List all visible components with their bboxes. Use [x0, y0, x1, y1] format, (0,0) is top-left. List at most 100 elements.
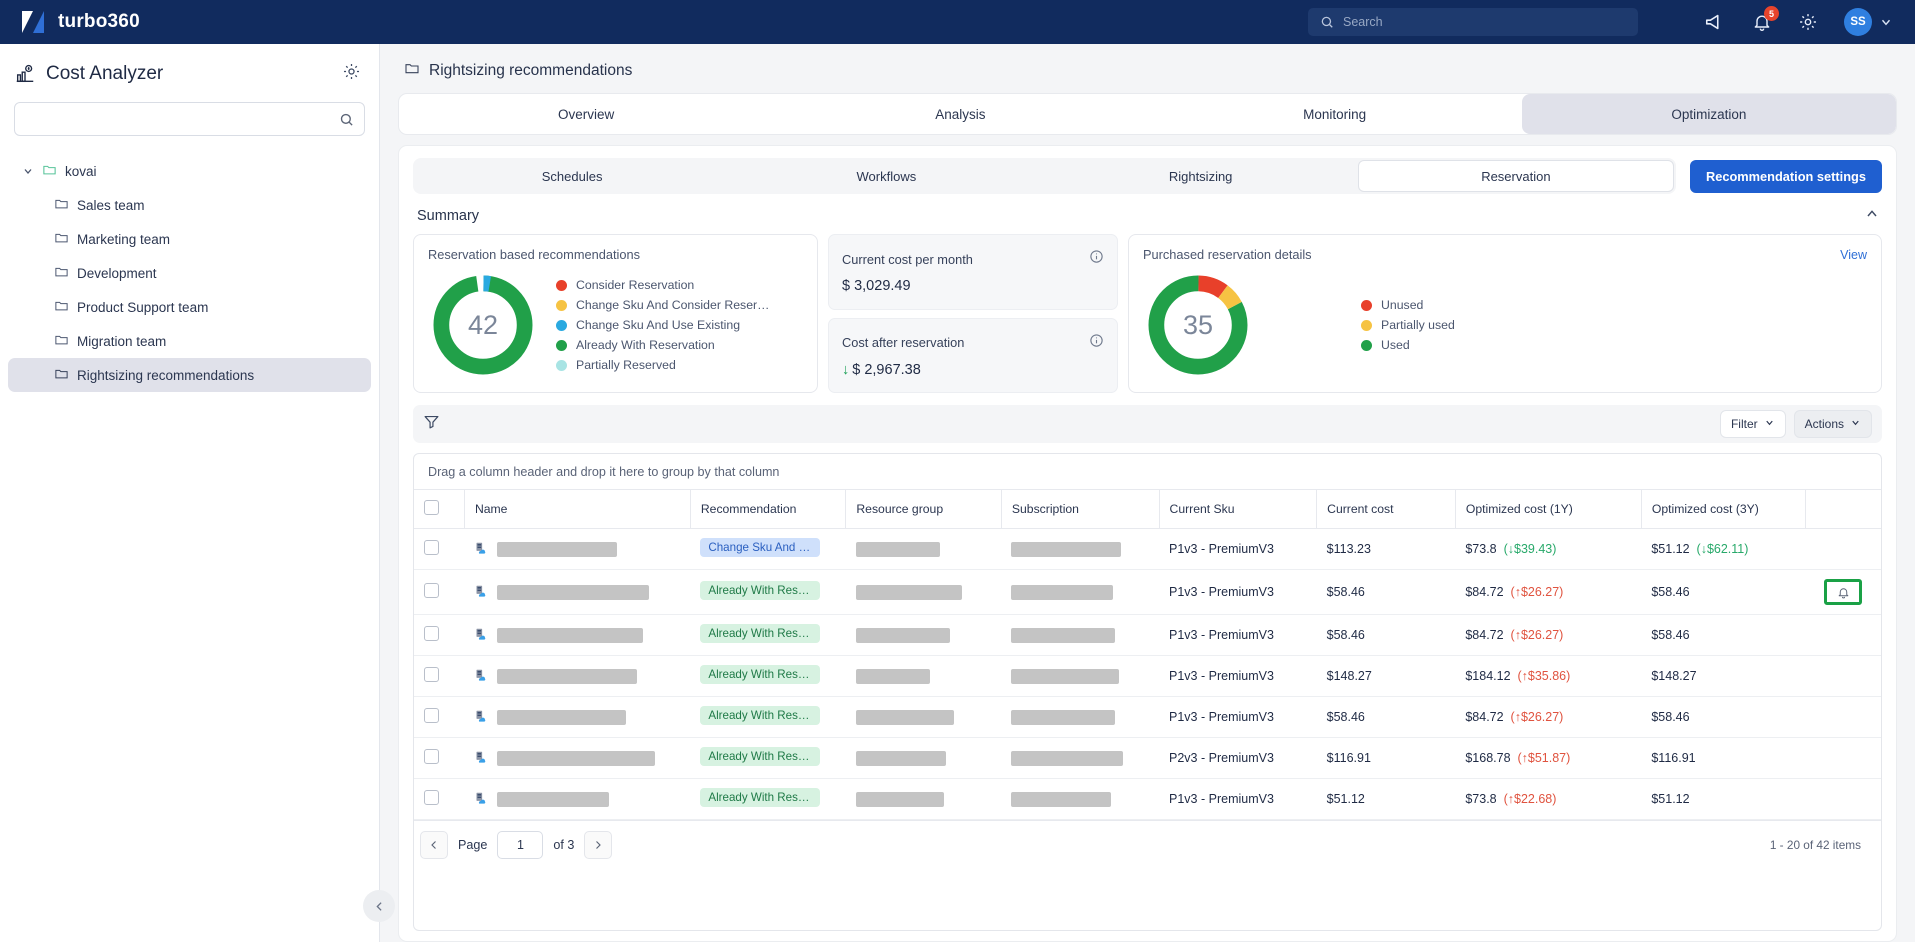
global-search[interactable]	[1308, 8, 1638, 36]
delta-1y: (↑$35.86)	[1517, 669, 1571, 683]
table-row[interactable]: Already With Reser… P1v3 - PremiumV3 $58.4…	[414, 696, 1881, 738]
tree-root-kovai[interactable]: kovai	[8, 154, 371, 188]
redacted-subscription	[1011, 791, 1112, 807]
recommendation-settings-button[interactable]: Recommendation settings	[1690, 159, 1882, 193]
tab-overview[interactable]: Overview	[399, 94, 773, 134]
sidebar-item-label: Marketing team	[77, 231, 171, 247]
sidebar-item-label: Product Support team	[77, 299, 209, 315]
search-input[interactable]	[1343, 15, 1626, 29]
brand-logo[interactable]: turbo360	[22, 9, 140, 35]
recommendation-badge[interactable]: Already With Reser…	[700, 706, 821, 725]
legend-item: Used	[1361, 338, 1455, 352]
next-page-button[interactable]	[584, 830, 613, 859]
row-checkbox[interactable]	[424, 583, 439, 598]
row-checkbox[interactable]	[424, 790, 439, 805]
reservation-donut-legend: Consider Reservation Change Sku And Cons…	[556, 278, 769, 372]
legend-color-dot	[1361, 339, 1372, 351]
cell-name	[464, 528, 691, 570]
table-row[interactable]: Already With Reser… P1v3 - PremiumV3 $58.4…	[414, 614, 1881, 656]
cell-subscription	[1001, 778, 1160, 820]
summary-title: Summary	[417, 208, 480, 224]
actions-button[interactable]: Actions	[1793, 410, 1872, 438]
filter-button[interactable]: Filter	[1719, 410, 1786, 438]
redacted-resource-group	[855, 541, 940, 557]
tab-workflows[interactable]: Workflows	[729, 160, 1043, 192]
cell-current-sku: P1v3 - PremiumV3	[1159, 778, 1317, 820]
row-select-cell	[414, 528, 465, 570]
column-header-optimized-cost-1y[interactable]: Optimized cost (1Y)	[1455, 490, 1642, 529]
donut-center-value: 35	[1169, 296, 1227, 354]
sidebar-item-development[interactable]: Development	[8, 256, 371, 290]
user-menu[interactable]: SS	[1844, 8, 1893, 36]
column-header-name[interactable]: Name	[464, 490, 691, 529]
brand-name: turbo360	[58, 11, 140, 32]
info-icon[interactable]	[1089, 249, 1104, 269]
table-row[interactable]: Change Sku And Us… P1v3 - PremiumV3 $113.2…	[414, 528, 1881, 570]
sidebar-item-product-support-team[interactable]: Product Support team	[8, 290, 371, 324]
info-icon[interactable]	[1089, 333, 1104, 353]
page-title: Cost Analyzer	[46, 63, 164, 84]
megaphone-icon[interactable]	[1704, 11, 1726, 33]
alert-bell-icon[interactable]	[1824, 579, 1863, 605]
view-link[interactable]: View	[1840, 248, 1867, 262]
row-checkbox[interactable]	[424, 626, 439, 641]
cell-resource-group	[845, 655, 1002, 697]
column-header-optimized-cost-3y[interactable]: Optimized cost (3Y)	[1641, 490, 1806, 529]
cell-current-cost: $58.46	[1316, 614, 1456, 656]
redacted-subscription	[1011, 541, 1122, 557]
tab-analysis[interactable]: Analysis	[773, 94, 1147, 134]
resource-icon	[476, 585, 486, 597]
table-row[interactable]: Already With Reser… P1v3 - PremiumV3 $51.1…	[414, 778, 1881, 820]
recommendation-badge[interactable]: Already With Reser…	[700, 665, 821, 684]
table-row[interactable]: Already With Reser… P1v3 - PremiumV3 $58.4…	[414, 569, 1881, 615]
column-header-resource-group[interactable]: Resource group	[845, 490, 1002, 529]
page-number-input[interactable]	[497, 830, 544, 859]
cell-name	[464, 569, 691, 615]
row-checkbox[interactable]	[424, 667, 439, 682]
sidebar-search[interactable]	[14, 102, 365, 136]
sidebar: Cost Analyzer kovai Sales team Marketing…	[0, 44, 395, 942]
row-checkbox[interactable]	[424, 708, 439, 723]
column-header-current-cost[interactable]: Current cost	[1316, 490, 1456, 529]
column-header-current-sku[interactable]: Current Sku	[1159, 490, 1318, 529]
select-all-checkbox[interactable]	[424, 500, 439, 515]
sidebar-item-rightsizing-recommendations[interactable]: Rightsizing recommendations	[8, 358, 371, 392]
funnel-icon[interactable]	[423, 413, 440, 435]
column-header-subscription[interactable]: Subscription	[1001, 490, 1160, 529]
row-checkbox[interactable]	[424, 540, 439, 555]
table-row[interactable]: Already With Reser… P2v3 - PremiumV3 $116.…	[414, 737, 1881, 779]
chevron-down-icon[interactable]	[22, 165, 34, 177]
resource-icon	[476, 669, 486, 681]
sidebar-item-migration-team[interactable]: Migration team	[8, 324, 371, 358]
tab-schedules[interactable]: Schedules	[415, 160, 729, 192]
sidebar-search-input[interactable]	[25, 112, 339, 126]
tab-rightsizing[interactable]: Rightsizing	[1044, 160, 1358, 192]
sidebar-settings-gear-icon[interactable]	[342, 62, 361, 86]
tab-reservation[interactable]: Reservation	[1357, 160, 1674, 192]
purchased-donut-legend: Unused Partially used Used	[1361, 298, 1455, 352]
sidebar-collapse-button[interactable]	[363, 890, 395, 922]
cell-subscription	[1001, 614, 1160, 656]
column-header-recommendation[interactable]: Recommendation	[690, 490, 847, 529]
recommendation-badge[interactable]: Already With Reser…	[700, 747, 821, 766]
group-by-dropzone[interactable]: Drag a column header and drop it here to…	[414, 454, 1881, 490]
notifications-button[interactable]: 5	[1752, 6, 1779, 32]
legend-item: Partially used	[1361, 318, 1455, 332]
recommendation-badge[interactable]: Change Sku And Us…	[700, 538, 821, 557]
tab-optimization[interactable]: Optimization	[1521, 94, 1896, 134]
recommendation-badge[interactable]: Already With Reser…	[700, 624, 821, 643]
search-icon[interactable]	[339, 112, 354, 127]
gear-icon[interactable]	[1798, 12, 1818, 32]
turbo360-logo-icon	[22, 9, 44, 35]
summary-collapse-chevron-up-icon[interactable]	[1864, 206, 1880, 226]
tab-monitoring[interactable]: Monitoring	[1148, 94, 1522, 134]
table-row[interactable]: Already With Reser… P1v3 - PremiumV3 $148.…	[414, 655, 1881, 697]
legend-color-dot	[556, 319, 567, 331]
recommendation-badge[interactable]: Already With Reser…	[700, 581, 821, 600]
row-checkbox[interactable]	[424, 749, 439, 764]
sidebar-item-sales-team[interactable]: Sales team	[8, 188, 371, 222]
chevron-down-icon	[1850, 417, 1861, 431]
sidebar-item-marketing-team[interactable]: Marketing team	[8, 222, 371, 256]
recommendation-badge[interactable]: Already With Reser…	[700, 788, 821, 807]
previous-page-button[interactable]	[420, 830, 448, 859]
